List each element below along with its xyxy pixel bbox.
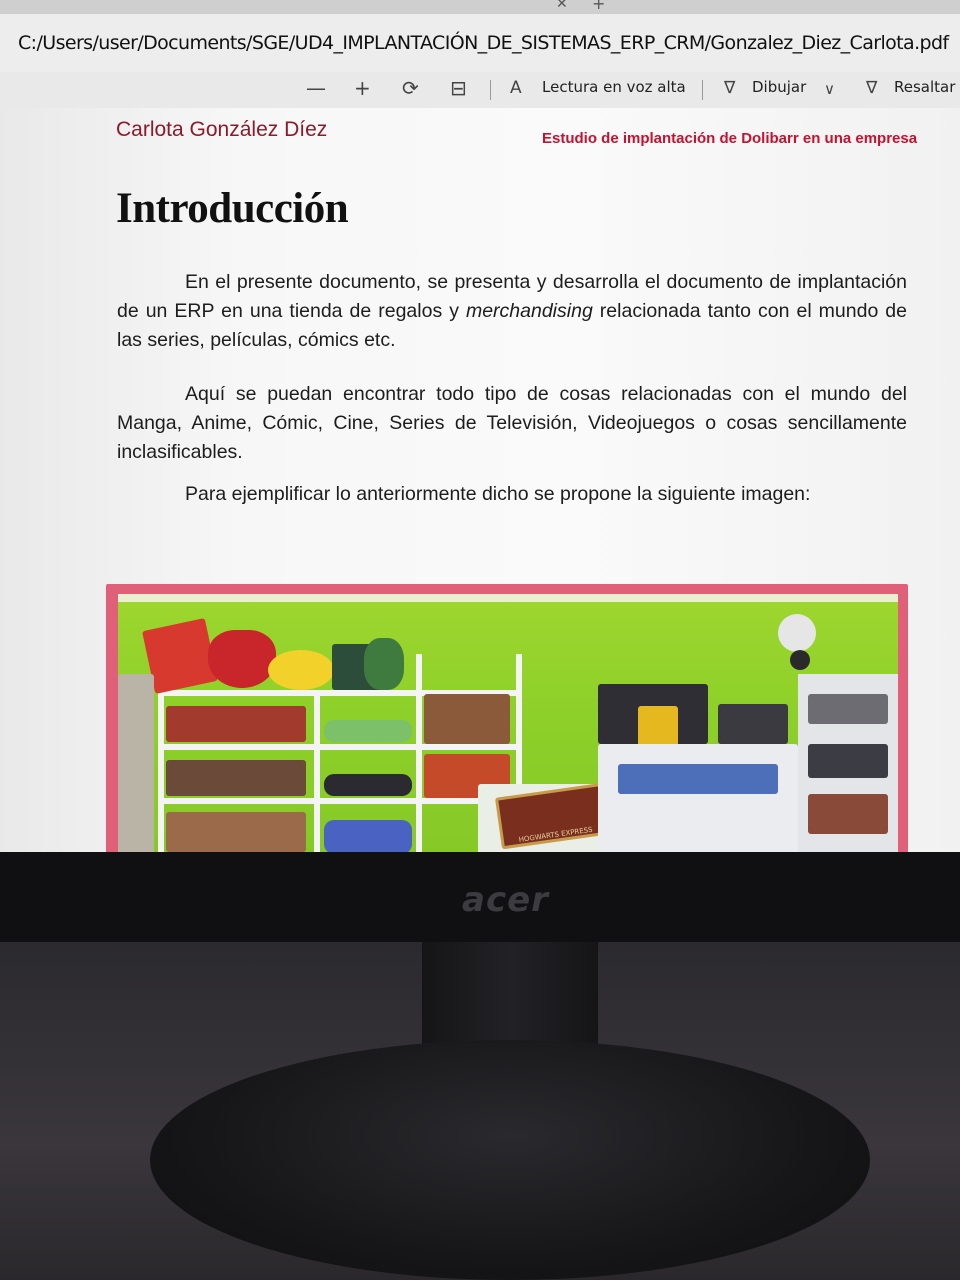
section-heading: Introducción bbox=[116, 185, 349, 232]
merch-row bbox=[808, 794, 888, 834]
new-tab-icon[interactable]: + bbox=[592, 0, 605, 13]
minus-icon[interactable]: — bbox=[306, 76, 326, 100]
merch-row bbox=[618, 764, 778, 794]
header-author: Carlota González Díez bbox=[116, 118, 328, 141]
highlight-button[interactable]: Resaltar bbox=[894, 78, 955, 96]
fit-page-icon[interactable]: ⊟ bbox=[450, 76, 467, 100]
store-photo-frame: HOGWARTS EXPRESS bbox=[106, 584, 908, 852]
plus-icon[interactable]: + bbox=[354, 76, 371, 100]
balloon bbox=[790, 650, 810, 670]
read-aloud-icon[interactable]: A bbox=[510, 78, 522, 98]
toolbar-divider bbox=[490, 80, 491, 100]
address-text[interactable]: C:/Users/user/Documents/SGE/UD4_IMPLANTA… bbox=[18, 32, 949, 54]
paragraph-products-text: Aquí se puedan encontrar todo tipo de co… bbox=[117, 383, 907, 463]
pillow bbox=[364, 638, 404, 690]
monitor-bezel: acer bbox=[0, 852, 960, 942]
merch-row bbox=[324, 774, 412, 796]
merch-row bbox=[424, 694, 510, 744]
superman-pillow bbox=[208, 630, 276, 688]
monitor-screen: ✕ + C:/Users/user/Documents/SGE/UD4_IMPL… bbox=[0, 0, 960, 852]
draw-button[interactable]: Dibujar bbox=[752, 78, 806, 96]
draw-icon[interactable]: ∇ bbox=[724, 78, 735, 98]
merch-row bbox=[166, 760, 306, 796]
shelf-upright bbox=[314, 690, 320, 852]
merch-row bbox=[324, 720, 412, 742]
acer-logo: acer bbox=[462, 880, 549, 920]
boxed-figures bbox=[118, 674, 154, 852]
highlight-icon[interactable]: ∇ bbox=[866, 78, 877, 98]
paragraph-products: Aquí se puedan encontrar todo tipo de co… bbox=[117, 380, 907, 467]
pdf-page: Carlota González Díez Estudio de implant… bbox=[0, 108, 960, 852]
merch-row bbox=[808, 744, 888, 778]
chevron-down-icon[interactable]: ∨ bbox=[824, 80, 835, 98]
monitor-neck bbox=[422, 942, 598, 1052]
rotate-icon[interactable]: ⟳ bbox=[402, 76, 419, 100]
pdf-toolbar: — + ⟳ ⊟ A Lectura en voz alta ∇ Dibujar … bbox=[0, 72, 960, 109]
merch-display bbox=[718, 704, 788, 744]
batman-pillow bbox=[268, 650, 334, 690]
read-aloud-button[interactable]: Lectura en voz alta bbox=[542, 78, 686, 96]
paragraph-intro: En el presente documento, se presenta y … bbox=[117, 268, 907, 355]
paragraph-example-text: Para ejemplificar lo anteriormente dicho… bbox=[185, 483, 811, 505]
merch-row bbox=[166, 812, 306, 852]
monitor-stand-base bbox=[150, 1040, 870, 1280]
tab-strip: ✕ + bbox=[0, 0, 960, 14]
paragraph-example: Para ejemplificar lo anteriormente dicho… bbox=[117, 480, 907, 509]
header-title: Estudio de implantación de Dolibarr en u… bbox=[542, 130, 918, 147]
glass-counter bbox=[598, 744, 798, 852]
address-bar[interactable]: C:/Users/user/Documents/SGE/UD4_IMPLANTA… bbox=[0, 14, 960, 73]
shelf-upright bbox=[158, 690, 164, 852]
merch-row bbox=[808, 694, 888, 724]
shelf bbox=[158, 798, 518, 804]
shelf-upright bbox=[416, 654, 422, 852]
ceiling-strip bbox=[118, 594, 898, 602]
toolbar-divider bbox=[702, 80, 703, 100]
shelf bbox=[158, 744, 518, 750]
paragraph-intro-emphasis: merchandising bbox=[465, 300, 593, 322]
store-photo: HOGWARTS EXPRESS bbox=[118, 594, 898, 852]
merch-row bbox=[166, 706, 306, 742]
merch-row bbox=[324, 820, 412, 852]
balloon bbox=[778, 614, 816, 652]
tab-close-icon[interactable]: ✕ bbox=[556, 0, 568, 12]
